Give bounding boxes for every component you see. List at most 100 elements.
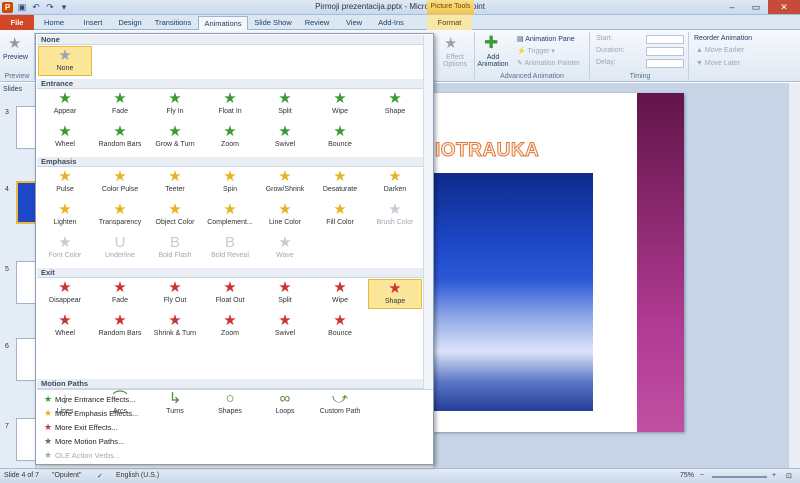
zoom-out-icon[interactable]: − bbox=[700, 472, 704, 479]
tab-file[interactable]: File bbox=[0, 15, 34, 30]
animation-emphasis-pulse[interactable]: ★ Pulse bbox=[38, 168, 92, 198]
star-icon: ★ bbox=[333, 279, 347, 296]
animation-emphasis-fill-color[interactable]: ★ Fill Color bbox=[313, 201, 367, 231]
slide-thumbnail-4[interactable] bbox=[16, 181, 37, 224]
vertical-scrollbar[interactable] bbox=[788, 83, 800, 468]
tab-format[interactable]: Format bbox=[427, 16, 472, 30]
tab-animations[interactable]: Animations bbox=[198, 16, 248, 31]
animation-exit-bounce[interactable]: ★ Bounce bbox=[313, 312, 367, 342]
close-icon[interactable]: ✕ bbox=[768, 0, 800, 14]
tab-slide-show[interactable]: Slide Show bbox=[248, 16, 298, 30]
animation-emphasis-grow-shrink[interactable]: ★ Grow/Shrink bbox=[258, 168, 312, 198]
animation-entrance-wheel[interactable]: ★ Wheel bbox=[38, 123, 92, 153]
slide-picture[interactable] bbox=[433, 173, 593, 411]
animation-exit-wheel[interactable]: ★ Wheel bbox=[38, 312, 92, 342]
slide-thumbnail-7[interactable] bbox=[16, 418, 37, 461]
animation-emphasis-desaturate[interactable]: ★ Desaturate bbox=[313, 168, 367, 198]
animation-exit-fade[interactable]: ★ Fade bbox=[93, 279, 147, 309]
slide-thumbnail-3[interactable] bbox=[16, 106, 37, 149]
tab-view[interactable]: View bbox=[336, 16, 372, 30]
fit-to-window-icon[interactable]: ⊡ bbox=[786, 472, 792, 480]
shape-path-icon: ○ bbox=[225, 390, 235, 407]
trigger-button[interactable]: ⚡ Trigger ▾ bbox=[517, 47, 555, 55]
animation-entrance-shape[interactable]: ★ Shape bbox=[368, 90, 422, 120]
effect-options-button[interactable]: Effect Options bbox=[438, 54, 472, 68]
animation-exit-zoom[interactable]: ★ Zoom bbox=[203, 312, 257, 342]
animation-entrance-swivel[interactable]: ★ Swivel bbox=[258, 123, 312, 153]
language-status[interactable]: English (U.S.) bbox=[116, 472, 159, 479]
move-later-button[interactable]: ▼ Move Later bbox=[696, 60, 740, 67]
animation-entrance-split[interactable]: ★ Split bbox=[258, 90, 312, 120]
delay-label: Delay: bbox=[596, 59, 616, 66]
star-icon: ★ bbox=[43, 436, 53, 446]
animation-emphasis-darken[interactable]: ★ Darken bbox=[368, 168, 422, 198]
tab-review[interactable]: Review bbox=[298, 16, 336, 30]
star-icon: ★ bbox=[278, 279, 292, 296]
move-earlier-button[interactable]: ▲ Move Earlier bbox=[696, 47, 744, 54]
animation-entrance-wipe[interactable]: ★ Wipe bbox=[313, 90, 367, 120]
gallery-scrollbar[interactable] bbox=[423, 35, 433, 389]
animation-motion-paths-loops[interactable]: ∞ Loops bbox=[258, 390, 312, 420]
animation-entrance-float-in[interactable]: ★ Float In bbox=[203, 90, 257, 120]
animation-entrance-random-bars[interactable]: ★ Random Bars bbox=[93, 123, 147, 153]
spellcheck-icon[interactable]: ✓ bbox=[97, 472, 103, 480]
animation-motion-paths-turns[interactable]: ↳ Turns bbox=[148, 390, 202, 420]
animation-emphasis-lighten[interactable]: ★ Lighten bbox=[38, 201, 92, 231]
animation-exit-shrink-turn[interactable]: ★ Shrink & Turn bbox=[148, 312, 202, 342]
animation-pane-button[interactable]: ▤ Animation Pane bbox=[517, 35, 575, 43]
star-icon: ★ bbox=[388, 280, 402, 297]
animation-exit-float-out[interactable]: ★ Float Out bbox=[203, 279, 257, 309]
animation-motion-paths-lines[interactable]: ↓ Lines bbox=[38, 390, 92, 420]
current-slide[interactable]: IOTRAUKA bbox=[433, 93, 684, 432]
slide-thumbnail-6[interactable] bbox=[16, 338, 37, 381]
animation-exit-shape[interactable]: ★ Shape bbox=[368, 279, 422, 309]
animation-motion-paths-custom-path[interactable]: ⤻ Custom Path bbox=[313, 390, 367, 420]
animation-motion-paths-shapes[interactable]: ○ Shapes bbox=[203, 390, 257, 420]
menu-more-motion-paths[interactable]: ★ More Motion Paths... bbox=[41, 435, 421, 448]
animation-exit-disappear[interactable]: ★ Disappear bbox=[38, 279, 92, 309]
animation-none-none[interactable]: ★ None bbox=[38, 46, 92, 76]
slides-tab[interactable]: Slides bbox=[3, 86, 22, 93]
animation-emphasis-line-color[interactable]: ★ Line Color bbox=[258, 201, 312, 231]
animation-exit-wipe[interactable]: ★ Wipe bbox=[313, 279, 367, 309]
animation-label: Darken bbox=[383, 186, 407, 193]
animation-exit-random-bars[interactable]: ★ Random Bars bbox=[93, 312, 147, 342]
animation-entrance-bounce[interactable]: ★ Bounce bbox=[313, 123, 367, 153]
minimize-icon[interactable]: – bbox=[720, 0, 744, 14]
animation-emphasis-spin[interactable]: ★ Spin bbox=[203, 168, 257, 198]
animation-entrance-fade[interactable]: ★ Fade bbox=[93, 90, 147, 120]
animation-exit-swivel[interactable]: ★ Swivel bbox=[258, 312, 312, 342]
animation-painter-button[interactable]: ✎ Animation Painter bbox=[517, 59, 580, 67]
animation-emphasis-complement[interactable]: ★ Complement... bbox=[203, 201, 257, 231]
menu-more-exit-effects[interactable]: ★ More Exit Effects... bbox=[41, 421, 421, 434]
zoom-slider[interactable] bbox=[712, 476, 767, 478]
line-path-icon: ↓ bbox=[61, 390, 69, 407]
tab-home[interactable]: Home bbox=[34, 16, 74, 30]
animation-emphasis-teeter[interactable]: ★ Teeter bbox=[148, 168, 202, 198]
animation-motion-paths-arcs[interactable]: ⌒ Arcs bbox=[93, 390, 147, 420]
animation-exit-split[interactable]: ★ Split bbox=[258, 279, 312, 309]
preview-button[interactable]: Preview bbox=[3, 54, 28, 61]
slide-thumbnail-5[interactable] bbox=[16, 261, 37, 304]
delay-spinner[interactable] bbox=[646, 59, 684, 68]
animation-emphasis-color-pulse[interactable]: ★ Color Pulse bbox=[93, 168, 147, 198]
bold-icon: B bbox=[169, 234, 180, 251]
animation-entrance-grow-turn[interactable]: ★ Grow & Turn bbox=[148, 123, 202, 153]
duration-spinner[interactable] bbox=[646, 47, 684, 56]
tab-transitions[interactable]: Transitions bbox=[148, 16, 198, 30]
tab-design[interactable]: Design bbox=[112, 16, 148, 30]
animation-emphasis-transparency[interactable]: ★ Transparency bbox=[93, 201, 147, 231]
animation-emphasis-object-color[interactable]: ★ Object Color bbox=[148, 201, 202, 231]
maximize-icon[interactable]: ▭ bbox=[744, 0, 768, 14]
animation-entrance-appear[interactable]: ★ Appear bbox=[38, 90, 92, 120]
animation-entrance-zoom[interactable]: ★ Zoom bbox=[203, 123, 257, 153]
zoom-in-icon[interactable]: + bbox=[772, 472, 776, 479]
animation-exit-fly-out[interactable]: ★ Fly Out bbox=[148, 279, 202, 309]
tab-add-ins[interactable]: Add-Ins bbox=[372, 16, 410, 30]
start-dropdown[interactable] bbox=[646, 35, 684, 44]
add-animation-button[interactable]: Add Animation bbox=[475, 54, 511, 68]
tab-insert[interactable]: Insert bbox=[74, 16, 112, 30]
slide-title-text[interactable]: IOTRAUKA bbox=[434, 140, 539, 162]
zoom-level[interactable]: 75% bbox=[680, 472, 694, 479]
animation-entrance-fly-in[interactable]: ★ Fly In bbox=[148, 90, 202, 120]
